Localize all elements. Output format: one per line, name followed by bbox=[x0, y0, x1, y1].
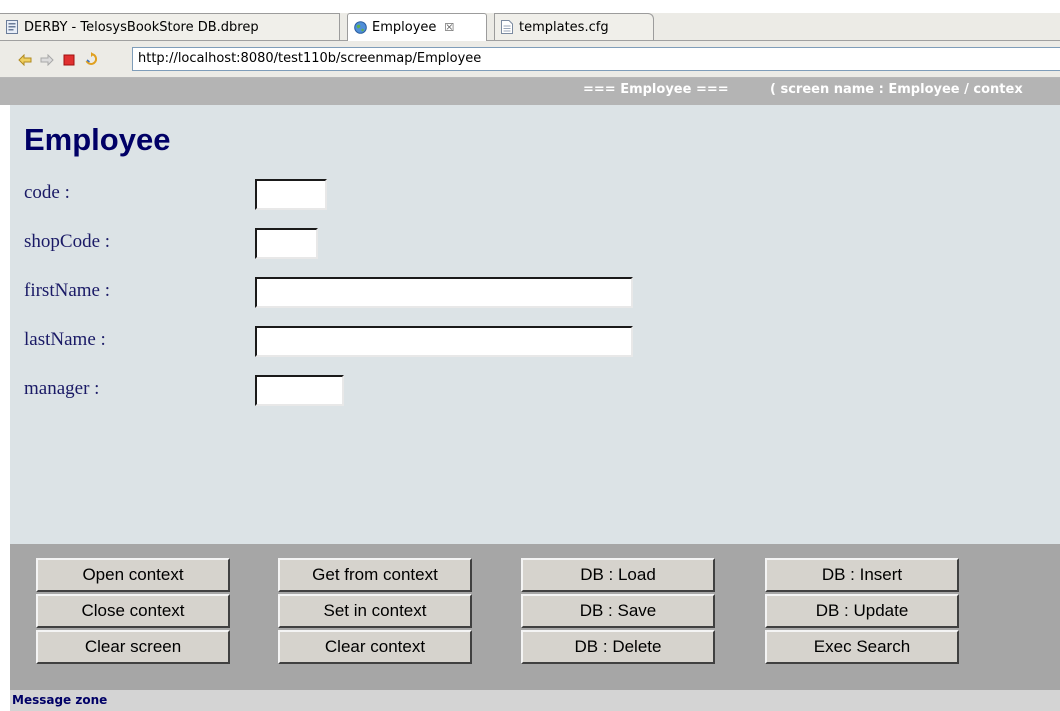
db-save-button[interactable]: DB : Save bbox=[521, 594, 715, 628]
tab-employee[interactable]: Employee ☒ bbox=[347, 13, 487, 41]
set-in-context-button[interactable]: Set in context bbox=[278, 594, 472, 628]
firstname-label: firstName : bbox=[24, 280, 111, 301]
tab-templates-cfg[interactable]: templates.cfg bbox=[494, 13, 654, 40]
db-delete-button[interactable]: DB : Delete bbox=[521, 630, 715, 664]
manager-field[interactable] bbox=[255, 375, 344, 406]
screen-name-label: === Employee === bbox=[583, 82, 729, 97]
screen-context-info: ( screen name : Employee / contex bbox=[770, 82, 1023, 97]
code-label: code : bbox=[24, 182, 70, 203]
form-panel bbox=[10, 105, 1060, 544]
clear-context-button[interactable]: Clear context bbox=[278, 630, 472, 664]
tab-label: DERBY - TelosysBookStore DB.dbrep bbox=[24, 19, 259, 35]
left-gutter bbox=[0, 105, 10, 711]
get-from-context-button[interactable]: Get from context bbox=[278, 558, 472, 592]
tab-derby-dbrep[interactable]: DERBY - TelosysBookStore DB.dbrep bbox=[0, 13, 340, 40]
back-arrow-icon[interactable] bbox=[18, 54, 32, 66]
url-input[interactable]: http://localhost:8080/test110b/screenmap… bbox=[132, 47, 1060, 71]
screen-header: === Employee === ( screen name : Employe… bbox=[0, 78, 1060, 105]
refresh-icon[interactable] bbox=[84, 52, 98, 65]
close-icon[interactable]: ☒ bbox=[444, 21, 454, 34]
lastname-field[interactable] bbox=[255, 326, 633, 357]
tab-label: templates.cfg bbox=[519, 19, 609, 35]
db-update-button[interactable]: DB : Update bbox=[765, 594, 959, 628]
db-insert-button[interactable]: DB : Insert bbox=[765, 558, 959, 592]
shopcode-field[interactable] bbox=[255, 228, 318, 259]
stop-icon[interactable] bbox=[62, 54, 76, 66]
forward-arrow-icon[interactable] bbox=[40, 54, 54, 66]
db-file-icon bbox=[6, 20, 18, 34]
db-load-button[interactable]: DB : Load bbox=[521, 558, 715, 592]
manager-label: manager : bbox=[24, 378, 100, 399]
globe-icon bbox=[354, 20, 367, 35]
code-field[interactable] bbox=[255, 179, 327, 210]
tab-label: Employee bbox=[372, 20, 437, 35]
message-zone: Message zone bbox=[10, 690, 1060, 711]
shopcode-label: shopCode : bbox=[24, 231, 111, 252]
close-context-button[interactable]: Close context bbox=[36, 594, 230, 628]
open-context-button[interactable]: Open context bbox=[36, 558, 230, 592]
page-title: Employee bbox=[24, 122, 171, 157]
firstname-field[interactable] bbox=[255, 277, 633, 308]
exec-search-button[interactable]: Exec Search bbox=[765, 630, 959, 664]
lastname-label: lastName : bbox=[24, 329, 106, 350]
clear-screen-button[interactable]: Clear screen bbox=[36, 630, 230, 664]
text-file-icon bbox=[501, 20, 513, 34]
